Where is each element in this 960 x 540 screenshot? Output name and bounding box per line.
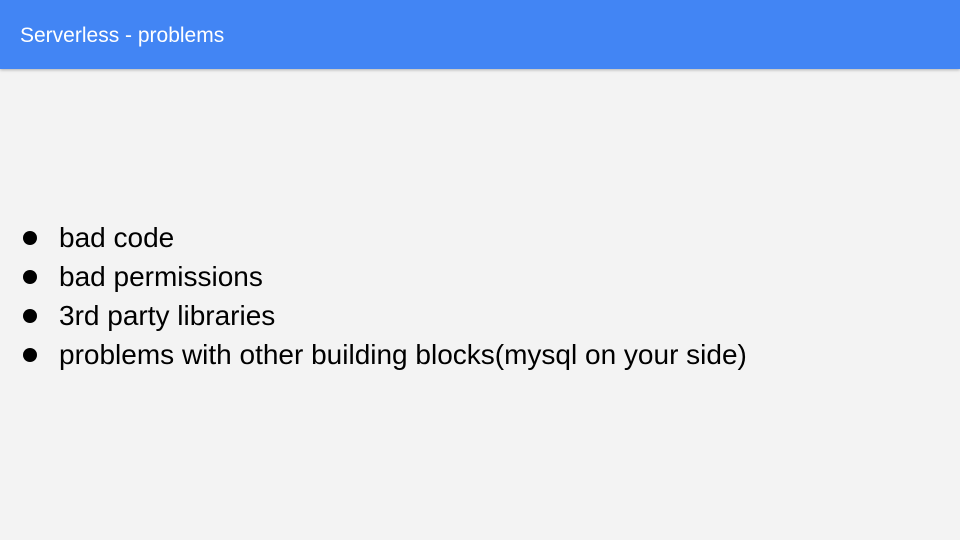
bullet-dot-icon [23,269,37,284]
bullet-dot-icon [23,230,37,245]
bullet-list: bad code bad permissions 3rd party libra… [18,218,747,374]
slide-header-bar: Serverless - problems [0,0,960,69]
bullet-dot-icon [23,347,37,362]
bullet-text: 3rd party libraries [59,299,276,331]
bullet-item: problems with other building blocks(mysq… [18,335,747,374]
bullet-item: bad permissions [18,257,747,296]
bullet-item: bad code [18,218,747,257]
slide: Serverless - problems bad code bad permi… [0,0,960,540]
bullet-item: 3rd party libraries [18,296,747,335]
slide-title: Serverless - problems [20,24,225,47]
bullet-dot-icon [23,308,37,323]
bullet-text: bad code [59,221,175,253]
bullet-text: problems with other building blocks(mysq… [59,338,747,370]
bullet-text: bad permissions [59,260,263,292]
